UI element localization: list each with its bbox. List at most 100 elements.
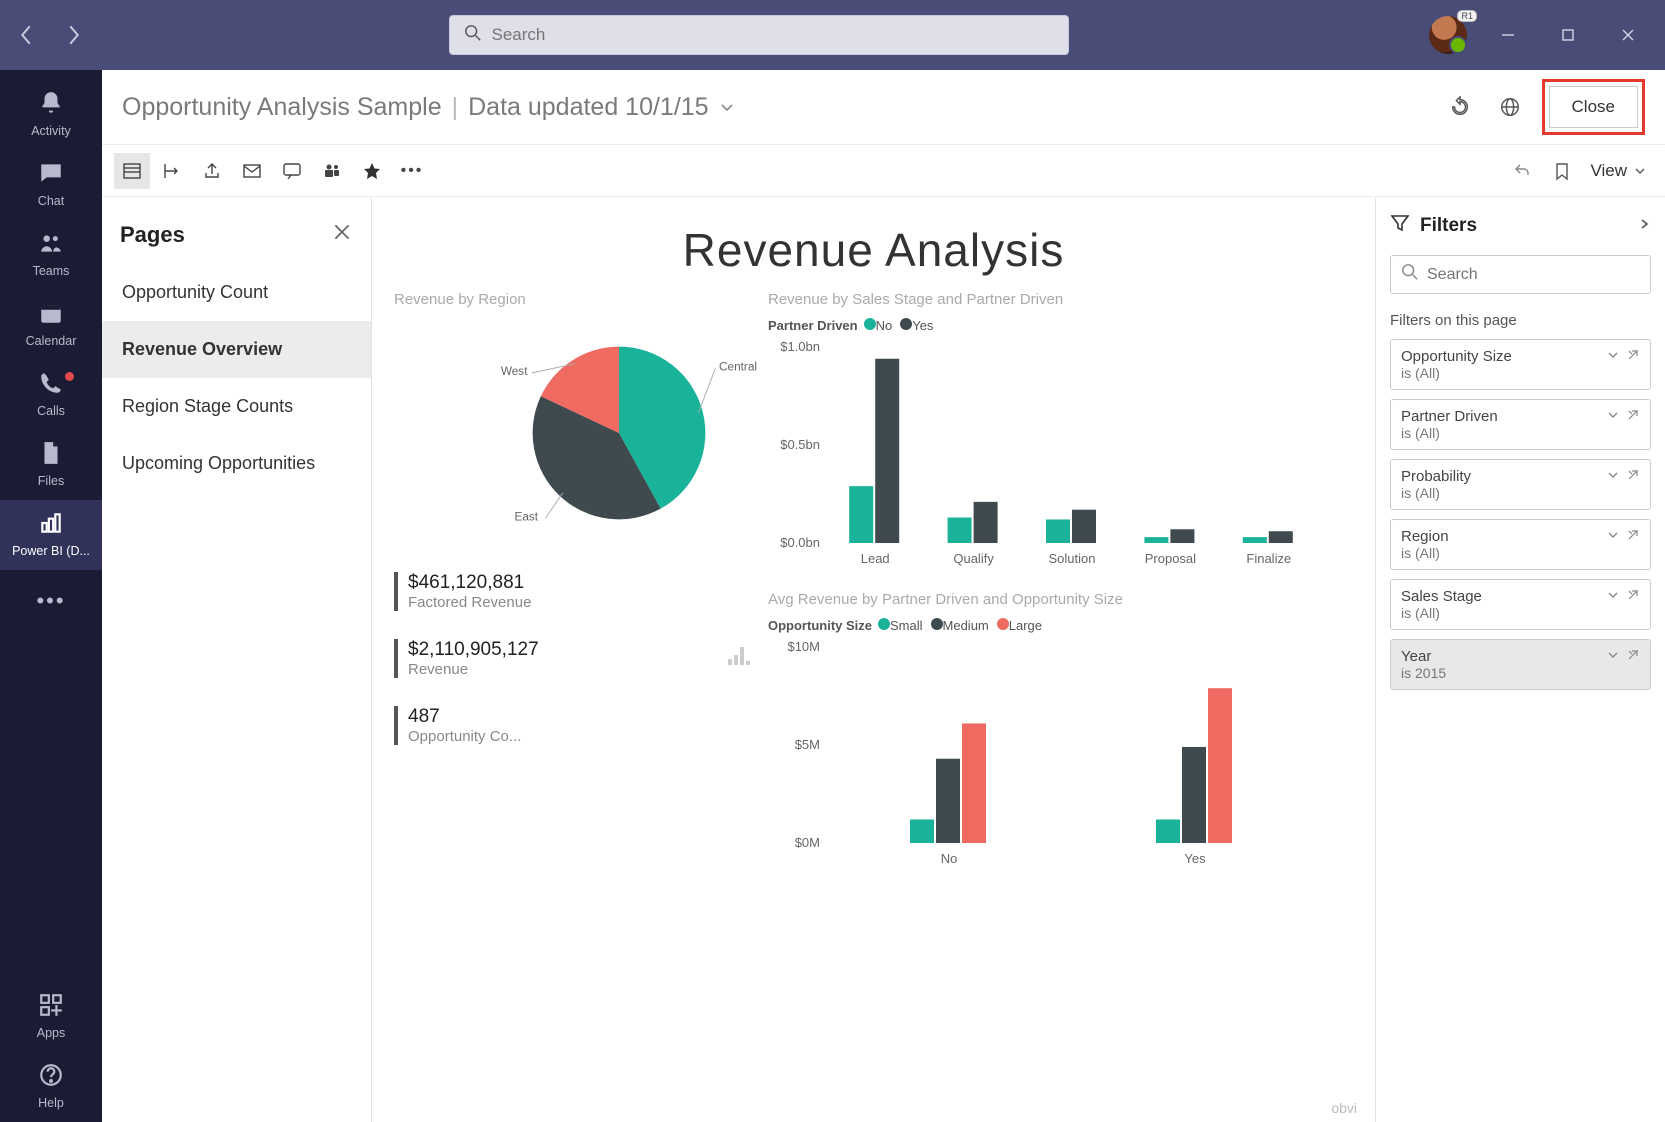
filter-card[interactable]: Probabilityis (All) bbox=[1390, 459, 1651, 510]
more-icon: ••• bbox=[36, 588, 65, 614]
favorite-button[interactable] bbox=[354, 153, 390, 189]
pie-chart[interactable]: CentralEastWest bbox=[469, 318, 679, 528]
filter-card[interactable]: Partner Drivenis (All) bbox=[1390, 399, 1651, 450]
rail-label: Teams bbox=[0, 264, 102, 278]
filter-card[interactable]: Sales Stageis (All) bbox=[1390, 579, 1651, 630]
export-button[interactable] bbox=[154, 153, 190, 189]
help-icon bbox=[38, 1062, 64, 1093]
svg-text:West: West bbox=[501, 364, 528, 378]
search-icon bbox=[464, 24, 492, 47]
svg-text:Qualify: Qualify bbox=[953, 551, 994, 566]
rail-calendar[interactable]: Calendar bbox=[0, 290, 102, 360]
notification-dot bbox=[65, 372, 74, 381]
bar-chart-1[interactable]: $0.0bn$0.5bn$1.0bnLeadQualifySolutionPro… bbox=[768, 339, 1353, 569]
metric-card[interactable]: $2,110,905,127Revenue bbox=[394, 625, 754, 692]
app-rail: Activity Chat Teams Calendar Calls Files… bbox=[0, 70, 102, 1122]
page-title: Revenue Analysis bbox=[394, 223, 1353, 277]
report-title: Opportunity Analysis Sample bbox=[122, 93, 442, 122]
metric-card[interactable]: $461,120,881Factored Revenue bbox=[394, 558, 754, 625]
rail-teams[interactable]: Teams bbox=[0, 220, 102, 290]
avatar[interactable]: R1 bbox=[1429, 16, 1467, 54]
filters-pane: Filters Filters on this page Opportunity… bbox=[1375, 197, 1665, 1122]
filter-card[interactable]: Yearis 2015 bbox=[1390, 639, 1651, 690]
bookmark-button[interactable] bbox=[1544, 153, 1580, 189]
report-title-group[interactable]: Opportunity Analysis Sample | Data updat… bbox=[122, 93, 735, 122]
svg-text:East: East bbox=[514, 509, 538, 523]
search-input[interactable] bbox=[492, 25, 1054, 45]
filter-card[interactable]: Opportunity Sizeis (All) bbox=[1390, 339, 1651, 390]
filter-search[interactable] bbox=[1390, 255, 1651, 294]
teams-icon bbox=[38, 230, 64, 261]
filter-search-input[interactable] bbox=[1427, 266, 1640, 284]
close-button[interactable]: Close bbox=[1549, 86, 1638, 128]
svg-text:$0M: $0M bbox=[795, 835, 820, 850]
filters-heading: Filters bbox=[1420, 215, 1477, 237]
filter-icon bbox=[1390, 213, 1410, 239]
page-item[interactable]: Revenue Overview bbox=[102, 321, 371, 378]
svg-text:Finalize: Finalize bbox=[1246, 551, 1291, 566]
rail-label: Files bbox=[0, 474, 102, 488]
filter-card[interactable]: Regionis (All) bbox=[1390, 519, 1651, 570]
teams-share-button[interactable] bbox=[314, 153, 350, 189]
bar1-title: Revenue by Sales Stage and Partner Drive… bbox=[768, 291, 1353, 308]
svg-text:Yes: Yes bbox=[1184, 851, 1206, 866]
legend-title: Opportunity Size bbox=[768, 618, 872, 633]
share-button[interactable] bbox=[194, 153, 230, 189]
svg-text:Proposal: Proposal bbox=[1145, 551, 1196, 566]
rail-calls[interactable]: Calls bbox=[0, 360, 102, 430]
rail-label: Activity bbox=[0, 124, 102, 138]
rail-label: Power BI (D... bbox=[0, 544, 102, 558]
pages-heading: Pages bbox=[120, 222, 185, 248]
view-label: View bbox=[1590, 161, 1627, 181]
report-canvas: Revenue Analysis Revenue by Region Centr… bbox=[372, 197, 1375, 1122]
chat-icon bbox=[38, 160, 64, 191]
page-item[interactable]: Upcoming Opportunities bbox=[102, 435, 371, 492]
rail-files[interactable]: Files bbox=[0, 430, 102, 500]
undo-button[interactable] bbox=[1504, 153, 1540, 189]
window-minimize-button[interactable] bbox=[1489, 16, 1527, 54]
bar2-legend: Opportunity Size SmallMediumLarge bbox=[768, 618, 1353, 633]
nav-back-button[interactable] bbox=[12, 21, 40, 49]
view-menu[interactable]: View bbox=[1584, 157, 1653, 185]
svg-text:No: No bbox=[941, 851, 958, 866]
page-item[interactable]: Region Stage Counts bbox=[102, 378, 371, 435]
refresh-button[interactable] bbox=[1442, 89, 1478, 125]
rail-activity[interactable]: Activity bbox=[0, 80, 102, 150]
comment-button[interactable] bbox=[274, 153, 310, 189]
report-toolbar: ••• View bbox=[102, 145, 1665, 197]
window-close-button[interactable] bbox=[1609, 16, 1647, 54]
avatar-badge: R1 bbox=[1457, 10, 1477, 22]
watermark: obvi bbox=[1331, 1100, 1357, 1116]
rail-more[interactable]: ••• bbox=[0, 570, 102, 632]
pages-close-button[interactable] bbox=[331, 219, 353, 250]
pages-pane-toggle[interactable] bbox=[114, 153, 150, 189]
rail-label: Calendar bbox=[0, 334, 102, 348]
filters-expand-button[interactable] bbox=[1637, 215, 1651, 237]
rail-powerbi[interactable]: Power BI (D... bbox=[0, 500, 102, 570]
bar2-title: Avg Revenue by Partner Driven and Opport… bbox=[768, 591, 1353, 608]
global-search[interactable] bbox=[449, 15, 1069, 55]
svg-text:$5M: $5M bbox=[795, 737, 820, 752]
close-button-highlight: Close bbox=[1542, 79, 1645, 135]
rail-chat[interactable]: Chat bbox=[0, 150, 102, 220]
svg-text:Solution: Solution bbox=[1049, 551, 1096, 566]
subscribe-button[interactable] bbox=[234, 153, 270, 189]
rail-label: Help bbox=[0, 1096, 102, 1110]
rail-help[interactable]: Help bbox=[0, 1052, 102, 1122]
files-icon bbox=[38, 440, 64, 471]
metric-card[interactable]: 487Opportunity Co... bbox=[394, 692, 754, 759]
bar-chart-2[interactable]: $0M$5M$10MNoYes bbox=[768, 639, 1353, 869]
rail-apps[interactable]: Apps bbox=[0, 982, 102, 1052]
web-button[interactable] bbox=[1492, 89, 1528, 125]
svg-text:$0.0bn: $0.0bn bbox=[780, 535, 820, 550]
window-maximize-button[interactable] bbox=[1549, 16, 1587, 54]
pie-title: Revenue by Region bbox=[394, 291, 754, 308]
more-options-button[interactable]: ••• bbox=[394, 153, 430, 189]
calendar-icon bbox=[38, 300, 64, 331]
phone-icon bbox=[38, 370, 64, 401]
page-item[interactable]: Opportunity Count bbox=[102, 264, 371, 321]
svg-text:$0.5bn: $0.5bn bbox=[780, 437, 820, 452]
chevron-down-icon bbox=[719, 93, 735, 122]
svg-text:Central: Central bbox=[719, 359, 757, 373]
nav-forward-button[interactable] bbox=[60, 21, 88, 49]
